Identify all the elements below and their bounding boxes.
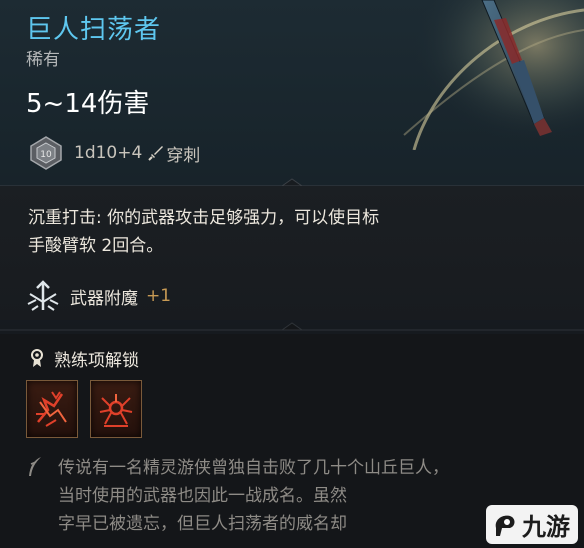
damage-range: 5~14伤害: [26, 89, 150, 119]
proficiency-header: 熟练项解锁: [28, 344, 139, 372]
damage-dice-row: 10 1d10+4 穿刺: [28, 135, 200, 171]
enchantment-value: +1: [146, 286, 172, 306]
svg-text:10: 10: [40, 150, 52, 160]
enchantment-label: 武器附魔: [70, 288, 138, 309]
watermark: 九游: [486, 505, 578, 544]
skill-slot[interactable]: [90, 380, 142, 438]
damage-type: 穿刺: [166, 145, 201, 166]
spider-attack-icon: [99, 394, 133, 427]
item-tooltip: 巨人扫荡者 稀有 5~14伤害 10 1d10+4 穿刺 沉重打击: 你的武器攻…: [0, 0, 584, 548]
lore-block: 传说有一名精灵游侠曾独自击败了几十个山丘巨人， 当时使用的武器也因此一战成名。虽…: [26, 454, 528, 538]
damage-dice: 1d10+4: [74, 143, 143, 163]
item-header: 巨人扫荡者 稀有: [26, 12, 161, 72]
lore-line-3: 字早已被遗忘，但巨人扫荡者的威名却: [58, 514, 347, 534]
weapon-art-icon: [394, 0, 584, 150]
passive-line-2: 手酸臂软 2回合。: [28, 236, 164, 256]
skill-list: [26, 380, 142, 438]
passive-description: 沉重打击: 你的武器攻击足够强力，可以使目标 手酸臂软 2回合。: [28, 204, 488, 260]
skill-slot[interactable]: [26, 380, 78, 438]
passive-section: 沉重打击: 你的武器攻击足够强力，可以使目标 手酸臂软 2回合。 武器附魔 +1: [0, 186, 584, 320]
lore-text: 传说有一名精灵游侠曾独自击败了几十个山丘巨人， 当时使用的武器也因此一战成名。虽…: [58, 454, 528, 538]
enchantment-row: 武器附魔 +1: [26, 280, 171, 312]
lore-line-1: 传说有一名精灵游侠曾独自击败了几十个山丘巨人，: [58, 458, 449, 478]
proficiency-icon: [31, 349, 43, 367]
dice-icon: 10: [30, 136, 62, 170]
quill-icon: [29, 457, 41, 476]
rush-attack-icon: [36, 391, 67, 427]
passive-line-1: 沉重打击: 你的武器攻击足够强力，可以使目标: [28, 208, 380, 228]
item-rarity: 稀有: [26, 50, 60, 70]
lore-line-2: 当时使用的武器也因此一战成名。虽然: [58, 486, 347, 506]
enchantment-icon: [27, 280, 59, 311]
sword-icon: [148, 146, 164, 161]
nine-game-logo-icon: [495, 515, 515, 536]
watermark-text: 九游: [522, 513, 570, 541]
proficiency-title: 熟练项解锁: [54, 350, 139, 371]
item-name: 巨人扫荡者: [26, 15, 162, 45]
